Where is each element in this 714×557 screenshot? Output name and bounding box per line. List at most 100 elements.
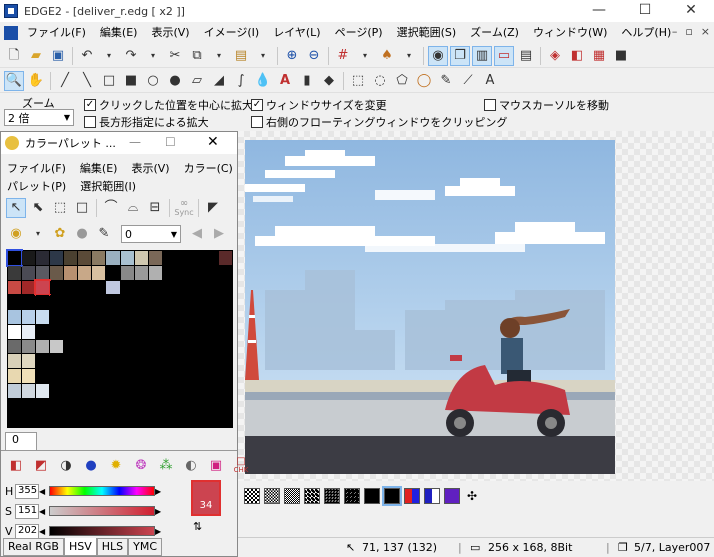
palette-swatch[interactable] <box>148 369 162 383</box>
palette-swatch[interactable] <box>106 413 120 427</box>
mdi-restore-button[interactable]: ▫ <box>685 25 692 38</box>
palette-swatch[interactable] <box>134 295 148 309</box>
palette-swatch[interactable] <box>92 280 106 295</box>
right-arrow-icon[interactable]: ▶ <box>155 527 165 536</box>
palette-swatch[interactable] <box>218 398 232 413</box>
palette-swatch[interactable] <box>36 265 50 280</box>
palette-swatch[interactable] <box>78 339 92 354</box>
palette-menu-file[interactable]: ファイル(F) <box>7 160 66 176</box>
palette-swatch[interactable] <box>190 413 204 427</box>
palette-swatch[interactable] <box>134 339 148 354</box>
pen-icon[interactable]: ╱ <box>55 71 75 91</box>
palette-swatch[interactable] <box>22 310 36 324</box>
menu-edit[interactable]: 編集(E) <box>93 22 145 43</box>
mdi-minimize-button[interactable]: – <box>672 25 678 38</box>
red-gradient-icon[interactable]: ◩ <box>31 456 51 476</box>
palette-swatch[interactable] <box>176 413 190 427</box>
h-slider[interactable] <box>49 486 155 496</box>
palette-swatch[interactable] <box>162 280 176 295</box>
palette-swatch[interactable] <box>218 339 232 354</box>
palette-swatch[interactable] <box>204 369 218 383</box>
palette-swatch[interactable] <box>204 310 218 324</box>
menu-selection[interactable]: 選択範囲(S) <box>390 22 464 43</box>
polygon-icon[interactable]: ▱ <box>187 71 207 91</box>
palette-swatch[interactable] <box>218 310 232 324</box>
s-value[interactable]: 151 <box>15 503 39 519</box>
palette-swatch[interactable] <box>176 310 190 324</box>
palette-swatch[interactable] <box>64 369 78 383</box>
zoom-in-icon[interactable]: ⊕ <box>282 46 302 66</box>
palette-swatch[interactable] <box>92 295 106 309</box>
palette-swatch[interactable] <box>148 383 162 398</box>
palette-swatch[interactable] <box>176 251 190 265</box>
copy-range-icon[interactable]: ⊟ <box>145 198 165 218</box>
line-icon[interactable]: ╲ <box>77 71 97 91</box>
palette-swatch[interactable] <box>22 324 36 339</box>
palette-menu-edit[interactable]: 編集(E) <box>80 160 118 176</box>
palette-menu-view[interactable]: 表示(V) <box>131 160 169 176</box>
font-icon[interactable]: A <box>480 71 500 91</box>
palette-swatch[interactable] <box>36 339 50 354</box>
pointer-icon[interactable]: ↖ <box>6 198 26 218</box>
palette-swatch[interactable] <box>218 324 232 339</box>
palette-swatch[interactable] <box>120 413 134 427</box>
gray-ball-icon[interactable]: ◐ <box>181 456 201 476</box>
paste-icon[interactable]: ▤ <box>231 46 251 66</box>
palette-swatch[interactable] <box>50 398 64 413</box>
rgb-dots-icon[interactable]: ⁂ <box>156 456 176 476</box>
pattern-3[interactable] <box>284 488 300 504</box>
palette-swatch[interactable] <box>176 324 190 339</box>
palette-swatch[interactable] <box>64 413 78 427</box>
menu-zoom[interactable]: ズーム(Z) <box>463 22 526 43</box>
swap-colors-icon[interactable]: ⇅ <box>193 520 202 533</box>
palette-swatch[interactable] <box>8 310 22 324</box>
pattern-6[interactable] <box>344 488 360 504</box>
left-arrow-icon[interactable]: ◀ <box>39 487 49 496</box>
color-wheel-icon[interactable]: ❂ <box>131 456 151 476</box>
palette-swatch[interactable] <box>134 280 148 295</box>
palette-swatch[interactable] <box>148 280 162 295</box>
palette-swatch[interactable] <box>8 265 22 280</box>
triangle-icon[interactable]: ◤ <box>203 198 223 218</box>
palette-swatch[interactable] <box>50 280 64 295</box>
palette-swatch[interactable] <box>92 369 106 383</box>
zoom-out-icon[interactable]: ⊖ <box>304 46 324 66</box>
dropdown-arrow-icon[interactable]: ▾ <box>99 46 119 66</box>
hand-icon[interactable]: ✋ <box>26 71 46 91</box>
palette-swatch[interactable] <box>134 383 148 398</box>
redo-icon[interactable]: ↷ <box>121 46 141 66</box>
palette-swatch[interactable] <box>148 398 162 413</box>
cut-icon[interactable]: ✂ <box>165 46 185 66</box>
palette-swatch[interactable] <box>148 354 162 368</box>
palette-swatch[interactable] <box>106 398 120 413</box>
left-arrow-icon[interactable]: ◀ <box>39 507 49 516</box>
palette-swatch[interactable] <box>64 339 78 354</box>
dropper-icon[interactable]: ⟋ <box>458 71 478 91</box>
close-button[interactable]: ✕ <box>668 0 714 22</box>
palette-swatch[interactable] <box>8 324 22 339</box>
palette-swatch[interactable] <box>162 369 176 383</box>
palette-swatch[interactable] <box>64 265 78 280</box>
palette-swatch[interactable] <box>134 369 148 383</box>
palette-swatch[interactable] <box>22 251 36 265</box>
palette-swatch[interactable] <box>134 310 148 324</box>
palette-swatch[interactable] <box>34 278 52 297</box>
menu-window[interactable]: ウィンドウ(W) <box>526 22 614 43</box>
palette-swatch[interactable] <box>134 251 148 265</box>
rect-zoom-checkbox[interactable]: 長方形指定による拡大 <box>84 114 209 130</box>
palette-swatch[interactable] <box>78 369 92 383</box>
palette-swatch[interactable] <box>78 413 92 427</box>
sun-icon[interactable]: ✹ <box>106 456 126 476</box>
palette-swatch[interactable] <box>22 339 36 354</box>
palette-swatch[interactable] <box>176 383 190 398</box>
palette-swatch[interactable] <box>22 383 36 398</box>
dropdown-arrow-icon[interactable]: ▾ <box>209 46 229 66</box>
palette-swatch[interactable] <box>36 413 50 427</box>
palette-swatch[interactable] <box>134 398 148 413</box>
palette-swatch[interactable] <box>78 251 92 265</box>
fill-polygon-icon[interactable]: ◢ <box>209 71 229 91</box>
info-window-icon[interactable]: ▤ <box>516 46 536 66</box>
palette-swatch[interactable] <box>106 339 120 354</box>
palette-swatch[interactable] <box>190 324 204 339</box>
palette-swatch[interactable] <box>120 310 134 324</box>
